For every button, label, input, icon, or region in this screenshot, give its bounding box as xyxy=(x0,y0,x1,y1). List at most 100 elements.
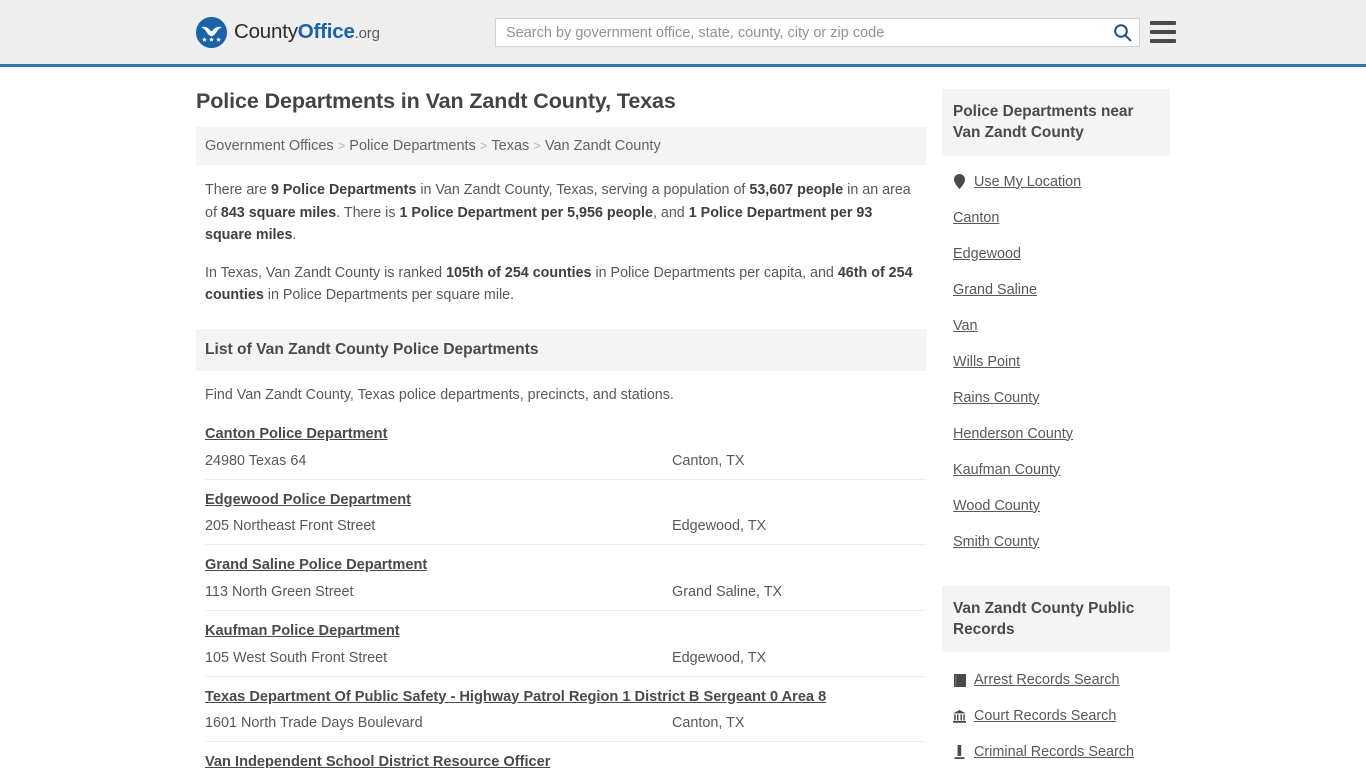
site-header: CountyOffice.org xyxy=(0,0,1366,67)
listing-name-link[interactable]: Kaufman Police Department xyxy=(205,623,400,639)
sidebar-item-court-records-search[interactable]: Court Records Search xyxy=(953,698,1170,734)
sidebar-item-canton[interactable]: Canton xyxy=(953,200,1170,236)
list-item: Edgewood Police Department 205 Northeast… xyxy=(205,480,926,546)
listing-city: Canton, TX xyxy=(672,715,745,732)
sidebar-public-records-title: Van Zandt County Public Records xyxy=(942,585,1170,652)
sidebar-link-label[interactable]: Henderson County xyxy=(953,426,1073,442)
sidebar-link-label[interactable]: Arrest Records Search xyxy=(974,672,1120,688)
eagle-stars-emblem-icon xyxy=(196,16,227,48)
sidebar-link-label[interactable]: Van xyxy=(953,318,978,334)
sidebar-item-use-my-location[interactable]: Use My Location xyxy=(953,164,1170,200)
listing-address: 205 Northeast Front Street xyxy=(205,518,376,535)
breadcrumb-item-government-offices[interactable]: Government Offices xyxy=(205,138,334,154)
sidebar-nearby-links: Use My Location Canton Edgewood Grand Sa… xyxy=(942,156,1170,560)
sidebar-nearby-title: Police Departments near Van Zandt County xyxy=(942,89,1170,156)
listing-detail: 113 North Green Street Grand Saline, TX xyxy=(205,584,926,600)
stat-population: 53,607 people xyxy=(749,182,844,199)
sidebar-item-wood-county[interactable]: Wood County xyxy=(953,488,1170,524)
list-item: Texas Department Of Public Safety - High… xyxy=(205,677,926,743)
intro-text: in Police Departments per square mile. xyxy=(263,287,515,304)
site-logo[interactable]: CountyOffice.org xyxy=(196,16,380,48)
logo-text-org: .org xyxy=(354,24,380,42)
police-department-list: Canton Police Department 24980 Texas 64 … xyxy=(205,417,926,768)
stat-rank-per-capita: 105th of 254 counties xyxy=(446,264,592,281)
listing-name-link[interactable]: Texas Department Of Public Safety - High… xyxy=(205,689,826,705)
site-logo-text: CountyOffice.org xyxy=(234,19,380,43)
listing-address: 1601 North Trade Days Boulevard xyxy=(205,715,423,732)
stat-department-count: 9 Police Departments xyxy=(270,182,417,199)
listing-name-link[interactable]: Van Independent School District Resource… xyxy=(205,754,550,768)
sidebar-link-label[interactable]: Court Records Search xyxy=(974,708,1116,724)
hamburger-menu-icon[interactable] xyxy=(1150,20,1176,44)
list-item: Kaufman Police Department 105 West South… xyxy=(205,611,926,677)
breadcrumb-item-van-zandt-county[interactable]: Van Zandt County xyxy=(545,138,661,154)
search-icon xyxy=(1113,24,1131,42)
listing-address: 113 North Green Street xyxy=(205,583,354,600)
sidebar-item-edgewood[interactable]: Edgewood xyxy=(953,236,1170,272)
listing-address: 24980 Texas 64 xyxy=(205,452,307,469)
stat-area: 843 square miles xyxy=(220,204,337,221)
sidebar-link-label[interactable]: Criminal Records Search xyxy=(974,744,1134,760)
page-title: Police Departments in Van Zandt County, … xyxy=(196,89,676,113)
sidebar-link-label[interactable]: Use My Location xyxy=(974,174,1081,190)
listing-address: 105 West South Front Street xyxy=(205,649,388,666)
sidebar-item-criminal-records-search[interactable]: Criminal Records Search xyxy=(953,734,1170,768)
sidebar-link-label[interactable]: Smith County xyxy=(953,534,1039,550)
intro-text: , and xyxy=(652,204,689,221)
sidebar-item-rains-county[interactable]: Rains County xyxy=(953,380,1170,416)
main-content: Police Departments in Van Zandt County, … xyxy=(196,67,926,768)
intro-text: in Police Departments per capita, and xyxy=(591,264,838,281)
search-bar[interactable] xyxy=(495,18,1140,47)
sidebar-item-arrest-records-search[interactable]: Arrest Records Search xyxy=(953,662,1170,698)
sidebar-link-label[interactable]: Kaufman County xyxy=(953,462,1060,478)
sidebar-item-smith-county[interactable]: Smith County xyxy=(953,524,1170,560)
hamburger-bar xyxy=(1150,30,1176,34)
sidebar-item-kaufman-county[interactable]: Kaufman County xyxy=(953,452,1170,488)
sidebar-item-grand-saline[interactable]: Grand Saline xyxy=(953,272,1170,308)
list-item: Canton Police Department 24980 Texas 64 … xyxy=(205,417,926,480)
sidebar-link-label[interactable]: Grand Saline xyxy=(953,282,1037,298)
list-section-subtitle: Find Van Zandt County, Texas police depa… xyxy=(205,386,674,403)
sidebar-link-label[interactable]: Canton xyxy=(953,210,999,226)
sidebar-item-van[interactable]: Van xyxy=(953,308,1170,344)
sidebar-nearby-box: Police Departments near Van Zandt County… xyxy=(942,89,1170,560)
intro-text: in Van Zandt County, Texas, serving a po… xyxy=(416,182,750,199)
breadcrumb-item-police-departments[interactable]: Police Departments xyxy=(349,138,476,154)
listing-detail: 1601 North Trade Days Boulevard Canton, … xyxy=(205,715,926,731)
hamburger-bar xyxy=(1150,39,1176,43)
page-container: Police Departments in Van Zandt County, … xyxy=(0,67,1366,768)
intro-text: . xyxy=(292,227,297,244)
sidebar-link-label[interactable]: Edgewood xyxy=(953,246,1021,262)
breadcrumb-separator: > xyxy=(479,137,488,153)
book-icon xyxy=(953,673,966,687)
list-section-title: List of Van Zandt County Police Departme… xyxy=(196,328,926,371)
sidebar-link-label[interactable]: Rains County xyxy=(953,390,1039,406)
search-input[interactable] xyxy=(496,19,1105,46)
intro-paragraph-stats: There are 9 Police Departments in Van Za… xyxy=(205,179,917,247)
listing-detail: 24980 Texas 64 Canton, TX xyxy=(205,453,926,469)
logo-text-office: Office xyxy=(297,19,355,43)
list-item: Van Independent School District Resource… xyxy=(205,742,926,768)
logo-text-county: County xyxy=(234,19,298,43)
listing-city: Edgewood, TX xyxy=(672,649,767,666)
breadcrumb-separator: > xyxy=(337,137,346,153)
listing-city: Canton, TX xyxy=(672,452,745,469)
listing-name-link[interactable]: Grand Saline Police Department xyxy=(205,557,427,573)
search-button[interactable] xyxy=(1105,19,1139,46)
sidebar: Police Departments near Van Zandt County… xyxy=(942,67,1170,768)
stat-per-people: 1 Police Department per 5,956 people xyxy=(399,204,653,221)
sidebar-item-henderson-county[interactable]: Henderson County xyxy=(953,416,1170,452)
intro-text: In Texas, Van Zandt County is ranked xyxy=(205,264,447,281)
sidebar-item-wills-point[interactable]: Wills Point xyxy=(953,344,1170,380)
sidebar-link-label[interactable]: Wood County xyxy=(953,498,1040,514)
sidebar-link-label[interactable]: Wills Point xyxy=(953,354,1020,370)
sidebar-public-records-links: Arrest Records Search Court Records Sear… xyxy=(942,652,1170,768)
hamburger-bar xyxy=(1150,21,1176,25)
listing-name-link[interactable]: Edgewood Police Department xyxy=(205,492,411,508)
breadcrumb-separator: > xyxy=(533,137,541,153)
intro-paragraph-ranking: In Texas, Van Zandt County is ranked 105… xyxy=(205,262,917,307)
intro-text: . There is xyxy=(336,204,400,221)
listing-name-link[interactable]: Canton Police Department xyxy=(205,426,387,442)
breadcrumb: Government Offices > Police Departments > Te… xyxy=(196,126,926,166)
breadcrumb-item-texas[interactable]: Texas xyxy=(491,138,529,154)
